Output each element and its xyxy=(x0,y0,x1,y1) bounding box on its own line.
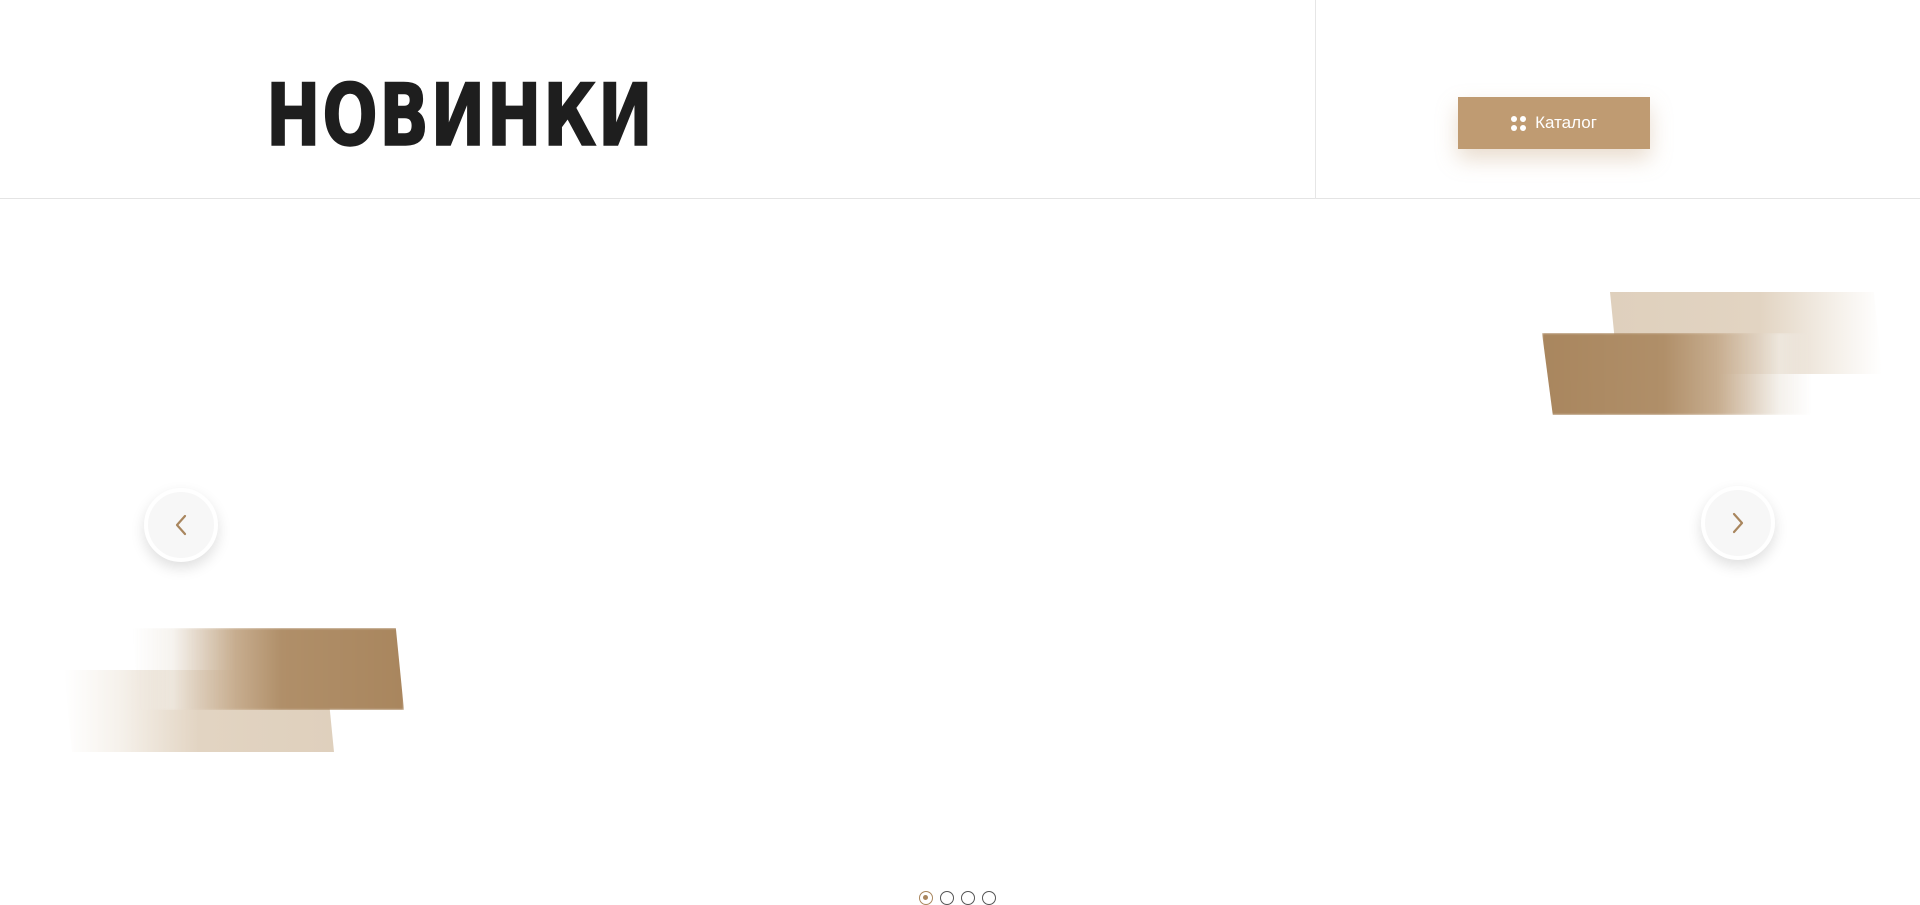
pagination-dot-3[interactable] xyxy=(961,891,975,905)
grid-dots-icon xyxy=(1511,115,1527,131)
pagination-dot-1[interactable] xyxy=(919,891,933,905)
decor-stripe-bottom-dark xyxy=(132,628,404,710)
catalog-button-label: Каталог xyxy=(1535,113,1597,132)
slider-next-button[interactable] xyxy=(1701,486,1775,560)
new-products-slider xyxy=(0,200,1920,905)
page: НОВИНКИ Каталог xyxy=(0,0,1920,905)
slider-pagination xyxy=(919,891,996,905)
chevron-right-icon xyxy=(1731,512,1745,534)
chevron-left-icon xyxy=(174,514,188,536)
section-header: НОВИНКИ Каталог xyxy=(0,0,1920,199)
header-divider xyxy=(1315,0,1316,199)
page-title: НОВИНКИ xyxy=(265,65,655,167)
catalog-button[interactable]: Каталог xyxy=(1458,97,1650,149)
pagination-dot-4[interactable] xyxy=(982,891,996,905)
slider-prev-button[interactable] xyxy=(144,488,218,562)
decor-stripe-top-dark xyxy=(1542,333,1812,415)
pagination-dot-2[interactable] xyxy=(940,891,954,905)
